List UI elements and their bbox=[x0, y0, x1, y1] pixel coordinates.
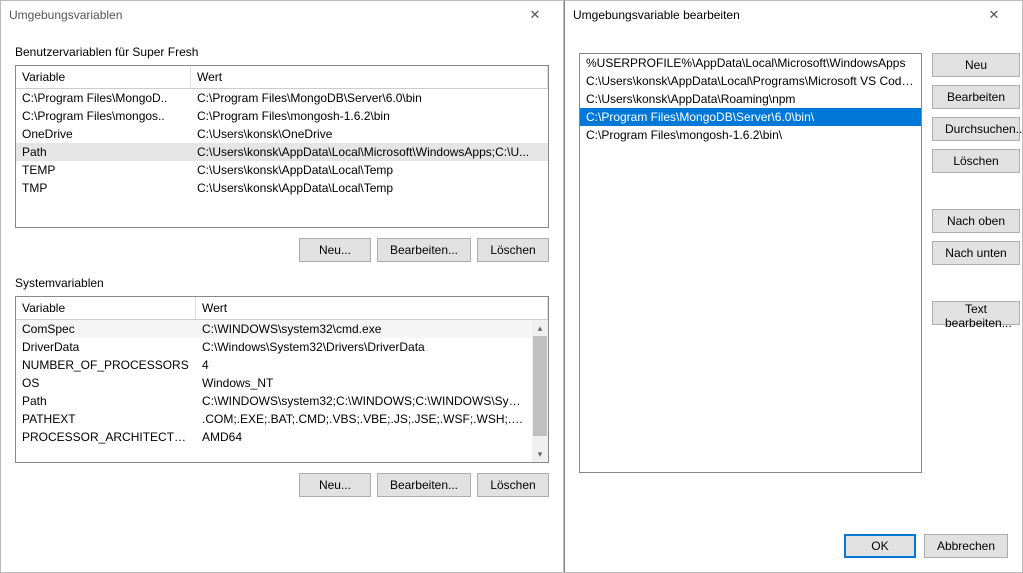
edit-env-var-dialog: Umgebungsvariable bearbeiten ✕ %USERPROF… bbox=[564, 0, 1023, 573]
table-row[interactable]: DriverDataC:\Windows\System32\Drivers\Dr… bbox=[16, 338, 548, 356]
title-text: Umgebungsvariable bearbeiten bbox=[573, 8, 740, 22]
cell-value: AMD64 bbox=[196, 428, 532, 446]
path-entries-list[interactable]: %USERPROFILE%\AppData\Local\Microsoft\Wi… bbox=[579, 53, 922, 473]
cell-variable: NUMBER_OF_PROCESSORS bbox=[16, 356, 196, 374]
titlebar-left: Umgebungsvariablen ✕ bbox=[1, 1, 563, 29]
scroll-up-icon[interactable]: ▴ bbox=[532, 320, 548, 336]
move-up-button[interactable]: Nach oben bbox=[932, 209, 1020, 233]
env-vars-dialog: Umgebungsvariablen ✕ Benutzervariablen f… bbox=[0, 0, 564, 573]
system-vars-table[interactable]: Variable Wert ComSpecC:\WINDOWS\system32… bbox=[15, 296, 549, 463]
table-row[interactable]: OSWindows_NT bbox=[16, 374, 548, 392]
cell-value: C:\Users\konsk\AppData\Local\Microsoft\W… bbox=[191, 143, 548, 161]
cell-variable: DriverData bbox=[16, 338, 196, 356]
table-row[interactable]: C:\Program Files\mongos..C:\Program File… bbox=[16, 107, 548, 125]
user-vars-table[interactable]: Variable Wert C:\Program Files\MongoD..C… bbox=[15, 65, 549, 228]
scrollbar[interactable]: ▴ ▾ bbox=[532, 320, 548, 462]
col-value[interactable]: Wert bbox=[196, 297, 548, 319]
cell-variable: PATHEXT bbox=[16, 410, 196, 428]
cell-value: C:\WINDOWS\system32\cmd.exe bbox=[196, 320, 532, 338]
table-row[interactable]: C:\Program Files\MongoD..C:\Program File… bbox=[16, 89, 548, 107]
close-icon[interactable]: ✕ bbox=[515, 7, 555, 23]
cell-variable: OneDrive bbox=[16, 125, 191, 143]
list-item[interactable]: C:\Program Files\mongosh-1.6.2\bin\ bbox=[580, 126, 921, 144]
list-item[interactable]: C:\Users\konsk\AppData\Roaming\npm bbox=[580, 90, 921, 108]
browse-button[interactable]: Durchsuchen... bbox=[932, 117, 1020, 141]
cell-value: C:\WINDOWS\system32;C:\WINDOWS;C:\WINDOW… bbox=[196, 392, 532, 410]
edit-text-button[interactable]: Text bearbeiten... bbox=[932, 301, 1020, 325]
cell-variable: Path bbox=[16, 143, 191, 161]
table-row[interactable]: PathC:\WINDOWS\system32;C:\WINDOWS;C:\WI… bbox=[16, 392, 548, 410]
right-button-column: Neu Bearbeiten Durchsuchen... Löschen Na… bbox=[922, 43, 1022, 483]
cancel-button[interactable]: Abbrechen bbox=[924, 534, 1008, 558]
cell-variable: C:\Program Files\mongos.. bbox=[16, 107, 191, 125]
cell-variable: Path bbox=[16, 392, 196, 410]
table-row[interactable]: TMPC:\Users\konsk\AppData\Local\Temp bbox=[16, 179, 548, 197]
footer-buttons: OK Abbrechen bbox=[844, 534, 1008, 558]
cell-value: C:\Program Files\MongoDB\Server\6.0\bin bbox=[191, 89, 548, 107]
titlebar-right: Umgebungsvariable bearbeiten ✕ bbox=[565, 1, 1022, 29]
table-row[interactable]: PROCESSOR_ARCHITECTU...AMD64 bbox=[16, 428, 548, 446]
table-row[interactable]: OneDriveC:\Users\konsk\OneDrive bbox=[16, 125, 548, 143]
cell-value: C:\Users\konsk\AppData\Local\Temp bbox=[191, 179, 548, 197]
cell-value: C:\Users\konsk\OneDrive bbox=[191, 125, 548, 143]
scrollbar-thumb[interactable] bbox=[533, 336, 547, 436]
cell-variable: TMP bbox=[16, 179, 191, 197]
system-button-row: Neu... Bearbeiten... Löschen bbox=[15, 473, 549, 497]
table-row[interactable]: TEMPC:\Users\konsk\AppData\Local\Temp bbox=[16, 161, 548, 179]
list-item[interactable]: %USERPROFILE%\AppData\Local\Microsoft\Wi… bbox=[580, 54, 921, 72]
cell-value: C:\Users\konsk\AppData\Local\Temp bbox=[191, 161, 548, 179]
title-text: Umgebungsvariablen bbox=[9, 8, 122, 22]
table-row[interactable]: NUMBER_OF_PROCESSORS4 bbox=[16, 356, 548, 374]
cell-variable: TEMP bbox=[16, 161, 191, 179]
system-delete-button[interactable]: Löschen bbox=[477, 473, 549, 497]
cell-variable: OS bbox=[16, 374, 196, 392]
cell-value: C:\Windows\System32\Drivers\DriverData bbox=[196, 338, 532, 356]
edit-button[interactable]: Bearbeiten bbox=[932, 85, 1020, 109]
system-vars-label: Systemvariablen bbox=[15, 276, 549, 290]
delete-button[interactable]: Löschen bbox=[932, 149, 1020, 173]
table-header: Variable Wert bbox=[16, 66, 548, 89]
user-delete-button[interactable]: Löschen bbox=[477, 238, 549, 262]
scroll-down-icon[interactable]: ▾ bbox=[532, 446, 548, 462]
cell-variable: ComSpec bbox=[16, 320, 196, 338]
user-edit-button[interactable]: Bearbeiten... bbox=[377, 238, 471, 262]
col-variable[interactable]: Variable bbox=[16, 66, 191, 88]
table-header: Variable Wert bbox=[16, 297, 548, 320]
table-row[interactable]: ComSpecC:\WINDOWS\system32\cmd.exe bbox=[16, 320, 548, 338]
move-down-button[interactable]: Nach unten bbox=[932, 241, 1020, 265]
table-row[interactable]: PATHEXT.COM;.EXE;.BAT;.CMD;.VBS;.VBE;.JS… bbox=[16, 410, 548, 428]
cell-value: Windows_NT bbox=[196, 374, 532, 392]
cell-value: .COM;.EXE;.BAT;.CMD;.VBS;.VBE;.JS;.JSE;.… bbox=[196, 410, 532, 428]
list-item[interactable]: C:\Program Files\MongoDB\Server\6.0\bin\ bbox=[580, 108, 921, 126]
cell-variable: C:\Program Files\MongoD.. bbox=[16, 89, 191, 107]
system-edit-button[interactable]: Bearbeiten... bbox=[377, 473, 471, 497]
new-button[interactable]: Neu bbox=[932, 53, 1020, 77]
close-icon[interactable]: ✕ bbox=[974, 7, 1014, 23]
user-button-row: Neu... Bearbeiten... Löschen bbox=[15, 238, 549, 262]
user-vars-label: Benutzervariablen für Super Fresh bbox=[15, 45, 549, 59]
col-variable[interactable]: Variable bbox=[16, 297, 196, 319]
user-new-button[interactable]: Neu... bbox=[299, 238, 371, 262]
cell-variable: PROCESSOR_ARCHITECTU... bbox=[16, 428, 196, 446]
system-new-button[interactable]: Neu... bbox=[299, 473, 371, 497]
cell-value: 4 bbox=[196, 356, 532, 374]
ok-button[interactable]: OK bbox=[844, 534, 916, 558]
table-row[interactable]: PathC:\Users\konsk\AppData\Local\Microso… bbox=[16, 143, 548, 161]
cell-value: C:\Program Files\mongosh-1.6.2\bin bbox=[191, 107, 548, 125]
col-value[interactable]: Wert bbox=[191, 66, 548, 88]
list-item[interactable]: C:\Users\konsk\AppData\Local\Programs\Mi… bbox=[580, 72, 921, 90]
